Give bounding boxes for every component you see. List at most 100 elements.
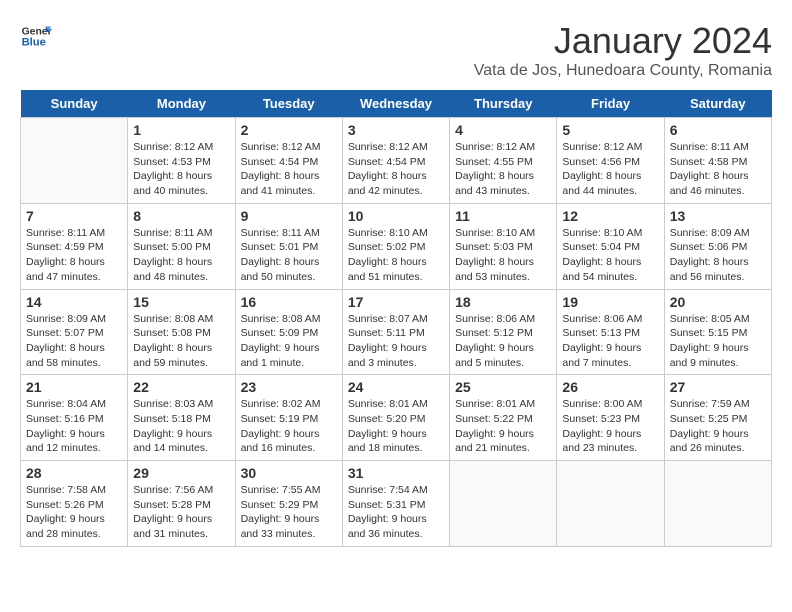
cell-content: Sunrise: 8:10 AMSunset: 5:03 PMDaylight:… (455, 227, 535, 283)
date-number: 31 (348, 465, 444, 481)
date-number: 10 (348, 208, 444, 224)
date-number: 23 (241, 379, 337, 395)
date-number: 26 (562, 379, 658, 395)
calendar-cell: 1 Sunrise: 8:12 AMSunset: 4:53 PMDayligh… (128, 118, 235, 204)
date-number: 21 (26, 379, 122, 395)
calendar-cell: 14 Sunrise: 8:09 AMSunset: 5:07 PMDaylig… (21, 289, 128, 375)
date-number: 5 (562, 122, 658, 138)
cell-content: Sunrise: 8:08 AMSunset: 5:08 PMDaylight:… (133, 313, 213, 369)
cell-content: Sunrise: 8:01 AMSunset: 5:20 PMDaylight:… (348, 398, 428, 454)
cell-content: Sunrise: 8:04 AMSunset: 5:16 PMDaylight:… (26, 398, 106, 454)
cell-content: Sunrise: 8:06 AMSunset: 5:12 PMDaylight:… (455, 313, 535, 369)
calendar-cell: 19 Sunrise: 8:06 AMSunset: 5:13 PMDaylig… (557, 289, 664, 375)
calendar-cell: 25 Sunrise: 8:01 AMSunset: 5:22 PMDaylig… (450, 375, 557, 461)
cell-content: Sunrise: 8:10 AMSunset: 5:02 PMDaylight:… (348, 227, 428, 283)
calendar-cell: 10 Sunrise: 8:10 AMSunset: 5:02 PMDaylig… (342, 203, 449, 289)
calendar-table: Sunday Monday Tuesday Wednesday Thursday… (20, 90, 772, 547)
date-number: 4 (455, 122, 551, 138)
cell-content: Sunrise: 8:06 AMSunset: 5:13 PMDaylight:… (562, 313, 642, 369)
calendar-cell: 6 Sunrise: 8:11 AMSunset: 4:58 PMDayligh… (664, 118, 771, 204)
header-row: Sunday Monday Tuesday Wednesday Thursday… (21, 90, 772, 118)
calendar-cell: 17 Sunrise: 8:07 AMSunset: 5:11 PMDaylig… (342, 289, 449, 375)
date-number: 29 (133, 465, 229, 481)
cell-content: Sunrise: 7:58 AMSunset: 5:26 PMDaylight:… (26, 484, 106, 540)
cell-content: Sunrise: 8:11 AMSunset: 5:00 PMDaylight:… (133, 227, 212, 283)
header-saturday: Saturday (664, 90, 771, 118)
cell-content: Sunrise: 8:10 AMSunset: 5:04 PMDaylight:… (562, 227, 642, 283)
calendar-cell: 11 Sunrise: 8:10 AMSunset: 5:03 PMDaylig… (450, 203, 557, 289)
cell-content: Sunrise: 8:09 AMSunset: 5:06 PMDaylight:… (670, 227, 750, 283)
date-number: 24 (348, 379, 444, 395)
cell-content: Sunrise: 8:11 AMSunset: 4:59 PMDaylight:… (26, 227, 105, 283)
header-tuesday: Tuesday (235, 90, 342, 118)
calendar-cell: 13 Sunrise: 8:09 AMSunset: 5:06 PMDaylig… (664, 203, 771, 289)
calendar-cell: 2 Sunrise: 8:12 AMSunset: 4:54 PMDayligh… (235, 118, 342, 204)
date-number: 11 (455, 208, 551, 224)
cell-content: Sunrise: 8:12 AMSunset: 4:54 PMDaylight:… (241, 141, 321, 197)
week-row-5: 28 Sunrise: 7:58 AMSunset: 5:26 PMDaylig… (21, 461, 772, 547)
date-number: 17 (348, 294, 444, 310)
date-number: 14 (26, 294, 122, 310)
calendar-cell: 5 Sunrise: 8:12 AMSunset: 4:56 PMDayligh… (557, 118, 664, 204)
cell-content: Sunrise: 7:55 AMSunset: 5:29 PMDaylight:… (241, 484, 321, 540)
title-section: January 2024 Vata de Jos, Hunedoara Coun… (474, 20, 772, 80)
calendar-cell (21, 118, 128, 204)
date-number: 18 (455, 294, 551, 310)
date-number: 6 (670, 122, 766, 138)
date-number: 22 (133, 379, 229, 395)
logo-icon: General Blue (20, 20, 52, 52)
calendar-cell (450, 461, 557, 547)
calendar-cell: 30 Sunrise: 7:55 AMSunset: 5:29 PMDaylig… (235, 461, 342, 547)
date-number: 8 (133, 208, 229, 224)
cell-content: Sunrise: 8:12 AMSunset: 4:53 PMDaylight:… (133, 141, 213, 197)
date-number: 2 (241, 122, 337, 138)
calendar-cell: 8 Sunrise: 8:11 AMSunset: 5:00 PMDayligh… (128, 203, 235, 289)
cell-content: Sunrise: 8:11 AMSunset: 5:01 PMDaylight:… (241, 227, 320, 283)
date-number: 30 (241, 465, 337, 481)
header-wednesday: Wednesday (342, 90, 449, 118)
date-number: 3 (348, 122, 444, 138)
calendar-cell: 23 Sunrise: 8:02 AMSunset: 5:19 PMDaylig… (235, 375, 342, 461)
week-row-3: 14 Sunrise: 8:09 AMSunset: 5:07 PMDaylig… (21, 289, 772, 375)
calendar-cell: 21 Sunrise: 8:04 AMSunset: 5:16 PMDaylig… (21, 375, 128, 461)
calendar-cell: 26 Sunrise: 8:00 AMSunset: 5:23 PMDaylig… (557, 375, 664, 461)
cell-content: Sunrise: 8:02 AMSunset: 5:19 PMDaylight:… (241, 398, 321, 454)
cell-content: Sunrise: 7:54 AMSunset: 5:31 PMDaylight:… (348, 484, 428, 540)
date-number: 13 (670, 208, 766, 224)
calendar-cell: 4 Sunrise: 8:12 AMSunset: 4:55 PMDayligh… (450, 118, 557, 204)
date-number: 28 (26, 465, 122, 481)
calendar-cell: 9 Sunrise: 8:11 AMSunset: 5:01 PMDayligh… (235, 203, 342, 289)
header-thursday: Thursday (450, 90, 557, 118)
date-number: 25 (455, 379, 551, 395)
date-number: 16 (241, 294, 337, 310)
header-friday: Friday (557, 90, 664, 118)
calendar-cell: 16 Sunrise: 8:08 AMSunset: 5:09 PMDaylig… (235, 289, 342, 375)
cell-content: Sunrise: 8:09 AMSunset: 5:07 PMDaylight:… (26, 313, 106, 369)
calendar-cell (557, 461, 664, 547)
calendar-cell: 20 Sunrise: 8:05 AMSunset: 5:15 PMDaylig… (664, 289, 771, 375)
calendar-cell: 31 Sunrise: 7:54 AMSunset: 5:31 PMDaylig… (342, 461, 449, 547)
calendar-cell: 22 Sunrise: 8:03 AMSunset: 5:18 PMDaylig… (128, 375, 235, 461)
calendar-subtitle: Vata de Jos, Hunedoara County, Romania (474, 62, 772, 80)
cell-content: Sunrise: 8:12 AMSunset: 4:56 PMDaylight:… (562, 141, 642, 197)
date-number: 27 (670, 379, 766, 395)
cell-content: Sunrise: 8:12 AMSunset: 4:55 PMDaylight:… (455, 141, 535, 197)
calendar-cell (664, 461, 771, 547)
calendar-cell: 12 Sunrise: 8:10 AMSunset: 5:04 PMDaylig… (557, 203, 664, 289)
cell-content: Sunrise: 7:56 AMSunset: 5:28 PMDaylight:… (133, 484, 213, 540)
date-number: 19 (562, 294, 658, 310)
calendar-cell: 7 Sunrise: 8:11 AMSunset: 4:59 PMDayligh… (21, 203, 128, 289)
week-row-2: 7 Sunrise: 8:11 AMSunset: 4:59 PMDayligh… (21, 203, 772, 289)
cell-content: Sunrise: 8:11 AMSunset: 4:58 PMDaylight:… (670, 141, 749, 197)
calendar-cell: 27 Sunrise: 7:59 AMSunset: 5:25 PMDaylig… (664, 375, 771, 461)
date-number: 20 (670, 294, 766, 310)
date-number: 1 (133, 122, 229, 138)
cell-content: Sunrise: 8:00 AMSunset: 5:23 PMDaylight:… (562, 398, 642, 454)
page-header: General Blue January 2024 Vata de Jos, H… (20, 20, 772, 80)
header-monday: Monday (128, 90, 235, 118)
cell-content: Sunrise: 7:59 AMSunset: 5:25 PMDaylight:… (670, 398, 750, 454)
week-row-1: 1 Sunrise: 8:12 AMSunset: 4:53 PMDayligh… (21, 118, 772, 204)
cell-content: Sunrise: 8:05 AMSunset: 5:15 PMDaylight:… (670, 313, 750, 369)
calendar-cell: 15 Sunrise: 8:08 AMSunset: 5:08 PMDaylig… (128, 289, 235, 375)
cell-content: Sunrise: 8:08 AMSunset: 5:09 PMDaylight:… (241, 313, 321, 369)
